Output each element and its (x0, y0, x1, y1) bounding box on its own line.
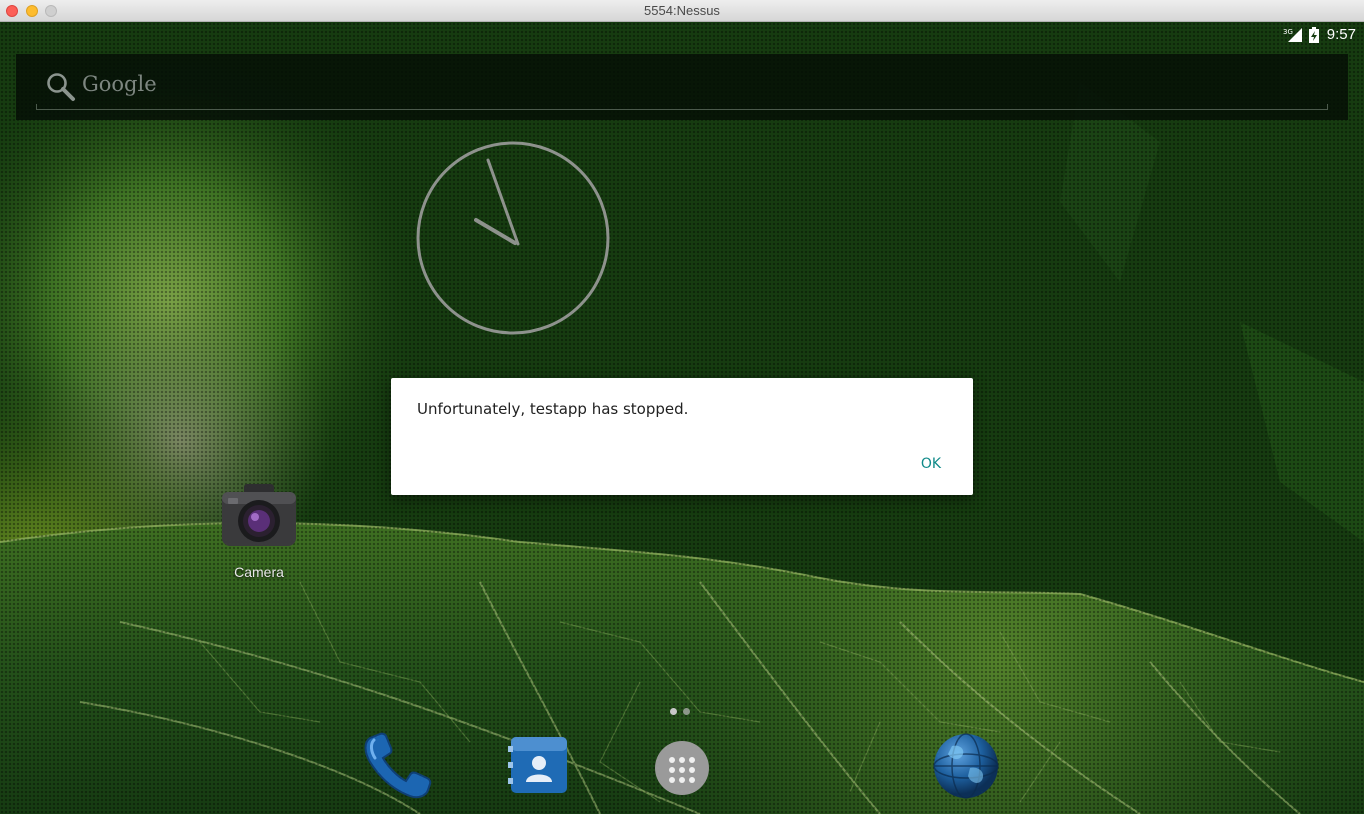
signal-3g-icon: 3G (1283, 28, 1302, 42)
emulator-window: 5554:Nessus 3G 9:57 Google Camera Unfort… (0, 0, 1364, 814)
contacts-icon[interactable] (508, 734, 570, 796)
page-indicator (668, 708, 694, 718)
window-titlebar: 5554:Nessus (0, 0, 1364, 22)
svg-text:3G: 3G (1283, 28, 1293, 36)
page-dot (683, 708, 690, 715)
ok-button[interactable]: OK (911, 452, 951, 476)
analog-clock-widget[interactable] (414, 139, 612, 337)
status-time: 9:57 (1326, 26, 1356, 43)
search-underline (36, 104, 1328, 110)
status-bar: 3G 9:57 (1254, 22, 1364, 48)
search-icon (47, 73, 75, 101)
search-label: Google (82, 72, 157, 96)
camera-icon (222, 484, 296, 546)
phone-icon[interactable] (360, 730, 434, 800)
camera-app-label: Camera (234, 564, 284, 580)
page-dot-current (670, 708, 677, 715)
app-drawer-icon[interactable] (654, 740, 710, 796)
google-search-widget[interactable]: Google (16, 54, 1348, 120)
android-home-screen: 3G 9:57 Google Camera Unfortunately, tes… (0, 22, 1364, 814)
dialog-message: Unfortunately, testapp has stopped. (417, 400, 689, 418)
home-app-camera[interactable]: Camera (210, 480, 308, 590)
browser-globe-icon[interactable] (932, 732, 1000, 800)
crash-dialog: Unfortunately, testapp has stopped. OK (391, 378, 973, 495)
window-title: 5554:Nessus (644, 3, 720, 18)
battery-charging-icon (1309, 27, 1319, 43)
